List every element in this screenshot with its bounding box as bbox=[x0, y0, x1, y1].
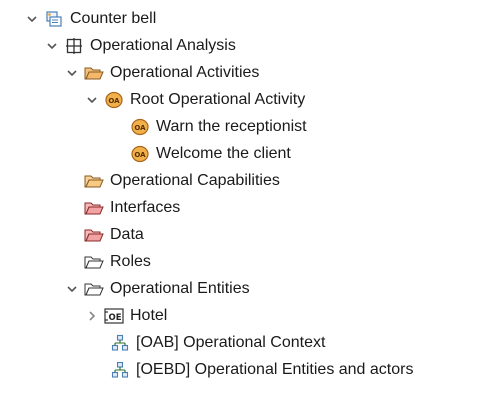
chevron-down-icon[interactable] bbox=[44, 38, 60, 54]
chevron-down-icon[interactable] bbox=[84, 92, 100, 108]
tree-item-oab-diagram[interactable]: [OAB] Operational Context bbox=[110, 330, 325, 356]
folder-orange-icon bbox=[84, 172, 104, 190]
tree-item-hotel[interactable]: OE Hotel bbox=[84, 303, 167, 329]
tree-item-label: Interfaces bbox=[110, 199, 181, 216]
tree-item-operational-analysis[interactable]: Operational Analysis bbox=[44, 33, 236, 59]
tree-item-warn-the-receptionist[interactable]: OA Warn the receptionist bbox=[130, 114, 307, 140]
tree-item-label: Hotel bbox=[130, 307, 168, 324]
tree-item-oebd-diagram[interactable]: [OEBD] Operational Entities and actors bbox=[110, 357, 413, 383]
folder-open-orange-icon bbox=[84, 64, 104, 82]
grid-icon bbox=[64, 37, 84, 55]
chevron-right-icon[interactable] bbox=[84, 308, 100, 324]
folder-gray-icon bbox=[84, 280, 104, 298]
tree-item-data[interactable]: Data bbox=[84, 222, 144, 248]
tree-item-counter-bell[interactable]: Counter bell bbox=[24, 6, 156, 32]
project-icon bbox=[44, 10, 64, 28]
folder-red-icon bbox=[84, 199, 104, 217]
tree-item-label: Welcome the client bbox=[156, 145, 291, 162]
operational-activity-icon: OA bbox=[104, 91, 124, 109]
tree-item-operational-entities[interactable]: Operational Entities bbox=[64, 276, 250, 302]
tree-item-label: Operational Analysis bbox=[90, 37, 236, 54]
operational-entity-icon: OE bbox=[104, 307, 124, 325]
tree-item-roles[interactable]: Roles bbox=[84, 249, 151, 275]
svg-text:OE: OE bbox=[108, 313, 121, 323]
tree-item-label: Roles bbox=[110, 253, 151, 270]
tree-item-label: [OAB] Operational Context bbox=[136, 334, 326, 351]
tree-item-operational-capabilities[interactable]: Operational Capabilities bbox=[84, 168, 280, 194]
svg-text:OA: OA bbox=[108, 97, 120, 105]
tree-item-label: [OEBD] Operational Entities and actors bbox=[136, 361, 414, 378]
folder-red-icon bbox=[84, 226, 104, 244]
tree-item-interfaces[interactable]: Interfaces bbox=[84, 195, 180, 221]
tree-item-label: Data bbox=[110, 226, 144, 243]
tree-item-label: Warn the receptionist bbox=[156, 118, 307, 135]
diagram-icon bbox=[110, 334, 130, 352]
tree-item-label: Operational Entities bbox=[110, 280, 250, 297]
folder-gray-icon bbox=[84, 253, 104, 271]
tree-item-root-operational-activity[interactable]: OA Root Operational Activity bbox=[84, 87, 305, 113]
chevron-down-icon[interactable] bbox=[24, 11, 40, 27]
tree-item-label: Counter bell bbox=[70, 10, 157, 27]
chevron-down-icon[interactable] bbox=[64, 281, 80, 297]
tree-item-welcome-the-client[interactable]: OA Welcome the client bbox=[130, 141, 291, 167]
tree-item-operational-activities[interactable]: Operational Activities bbox=[64, 60, 259, 86]
chevron-down-icon[interactable] bbox=[64, 65, 80, 81]
tree-item-label: Operational Capabilities bbox=[110, 172, 280, 189]
tree-item-label: Root Operational Activity bbox=[130, 91, 306, 108]
svg-text:OA: OA bbox=[134, 124, 146, 132]
operational-activity-icon: OA bbox=[130, 118, 150, 136]
operational-activity-icon: OA bbox=[130, 145, 150, 163]
tree-item-label: Operational Activities bbox=[110, 64, 260, 81]
svg-text:OA: OA bbox=[134, 151, 146, 159]
diagram-icon bbox=[110, 361, 130, 379]
